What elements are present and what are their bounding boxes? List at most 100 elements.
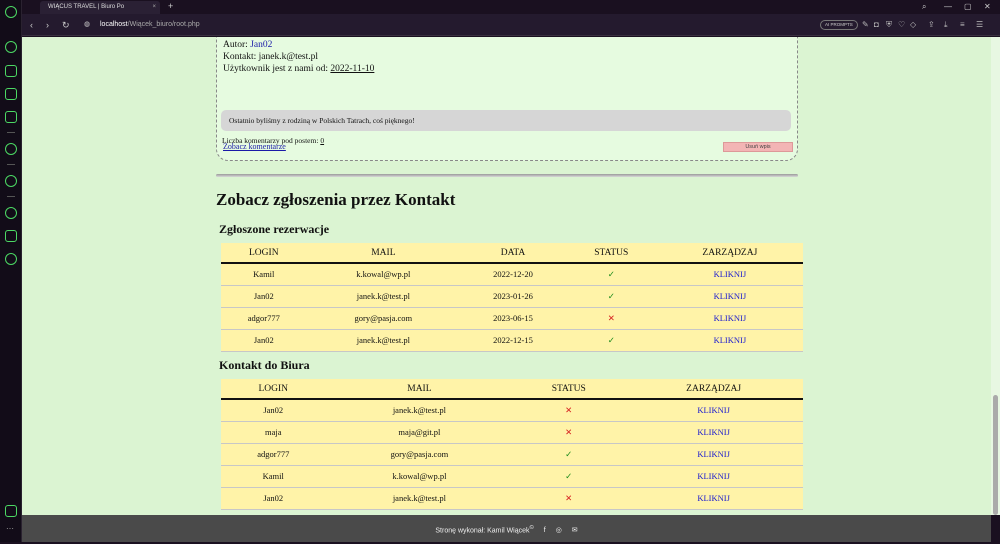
- mail-cell: maja@git.pl: [325, 421, 514, 444]
- settings-icon[interactable]: [5, 253, 17, 265]
- comment-count: Liczba komentarzy pod postem: 0: [222, 136, 325, 145]
- login-cell: Jan02: [221, 285, 307, 308]
- table-row: maja maja@git.pl ✕ KLIKNIJ: [221, 421, 803, 444]
- scrollbar-thumb[interactable]: [993, 395, 998, 515]
- reservations-table: LOGIN MAIL DATA STATUS ZARZĄDZAJ Kamil k.kowa…: [221, 243, 803, 352]
- heart-icon[interactable]: ♡: [898, 18, 905, 32]
- mail-cell: k.kowal@wp.pl: [306, 263, 461, 286]
- kliknij-link[interactable]: KLIKNIJ: [624, 399, 803, 422]
- column-header: MAIL: [325, 379, 514, 400]
- date-cell: 2022-12-15: [460, 329, 566, 352]
- speed-dial-icon[interactable]: [5, 41, 17, 53]
- column-header: ZARZĄDZAJ: [624, 379, 803, 400]
- date-cell: 2023-06-15: [460, 307, 566, 330]
- aria-icon[interactable]: [5, 111, 17, 123]
- table-row: Jan02 janek.k@test.pl ✕ KLIKNIJ: [221, 399, 803, 422]
- column-header: LOGIN: [221, 243, 307, 264]
- menu-icon[interactable]: ≡: [960, 18, 965, 32]
- maximize-icon[interactable]: ▢: [964, 0, 972, 13]
- reload-icon[interactable]: ↻: [62, 17, 70, 33]
- sidebar-setup-icon[interactable]: [5, 505, 17, 517]
- footer: Stronę wykonał: Kamil Wiącek© f ◎ ✉: [22, 515, 991, 542]
- mail-cell: janek.k@test.pl: [306, 285, 461, 308]
- tab-bar: WIĄCUS TRAVEL | Biuro Po × + ⌕ — ▢ ✕: [22, 0, 1000, 14]
- table-row: adgor777 gory@pasja.com ✓ KLIKNIJ: [221, 443, 803, 466]
- login-cell: Jan02: [221, 399, 326, 422]
- shopping-icon[interactable]: [5, 65, 17, 77]
- kliknij-link[interactable]: KLIKNIJ: [656, 285, 803, 308]
- date-cell: 2023-01-26: [460, 285, 566, 308]
- post-member-since: Użytkownik jest z nami od: 2022-11-10: [223, 64, 375, 74]
- kliknij-link[interactable]: KLIKNIJ: [624, 421, 803, 444]
- contacts-table: LOGIN MAIL STATUS ZARZĄDZAJ Jan02 janek.k@te…: [221, 379, 803, 510]
- table-row: adgor777 gory@pasja.com 2023-06-15 ✕ KLIKNIJ: [221, 307, 803, 330]
- mail-cell: gory@pasja.com: [306, 307, 461, 330]
- table-row: Kamil k.kowal@wp.pl 2022-12-20 ✓ KLIKNIJ: [221, 263, 803, 286]
- camera-icon[interactable]: ◘: [874, 18, 879, 32]
- easy-setup-icon[interactable]: ☰: [976, 18, 983, 32]
- back-icon[interactable]: ‹: [30, 17, 33, 33]
- status-rejected-icon: ✕: [565, 307, 657, 330]
- column-header: LOGIN: [221, 379, 326, 400]
- more-icon[interactable]: ⋯: [6, 524, 14, 533]
- status-ok-icon: ✓: [513, 465, 625, 488]
- kliknij-link[interactable]: KLIKNIJ: [624, 465, 803, 488]
- download-icon[interactable]: ⤓: [944, 18, 948, 32]
- url-field[interactable]: localhost/Wiącek_biuro/root.php: [100, 17, 700, 33]
- table-row: Jan02 janek.k@test.pl 2022-12-15 ✓ KLIKNIJ: [221, 329, 803, 352]
- shield-icon[interactable]: ⛨: [886, 18, 892, 32]
- close-window-icon[interactable]: ✕: [984, 0, 991, 13]
- minimize-icon[interactable]: —: [944, 0, 952, 13]
- kliknij-link[interactable]: KLIKNIJ: [656, 263, 803, 286]
- status-rejected-icon: ✕: [513, 487, 625, 510]
- login-cell: adgor777: [221, 307, 307, 330]
- kliknij-link[interactable]: KLIKNIJ: [624, 487, 803, 510]
- mail-cell: janek.k@test.pl: [325, 399, 514, 422]
- url-path: /Wiącek_biuro/root.php: [127, 21, 200, 28]
- scrollbar[interactable]: [991, 37, 1000, 515]
- login-cell: maja: [221, 421, 326, 444]
- delete-post-button[interactable]: Usuń wpis: [723, 142, 793, 152]
- author-link[interactable]: Jan02: [250, 40, 272, 50]
- login-cell: Jan02: [221, 487, 326, 510]
- edit-icon[interactable]: ✎: [862, 18, 869, 32]
- new-tab-icon[interactable]: +: [168, 0, 173, 13]
- post-author: Autor: Jan02: [223, 40, 273, 50]
- search-tabs-icon[interactable]: ⌕: [922, 0, 926, 13]
- twitch-icon[interactable]: [5, 88, 17, 100]
- kliknij-link[interactable]: KLIKNIJ: [656, 329, 803, 352]
- browser-sidebar: ⋯: [0, 0, 22, 542]
- site-info-icon[interactable]: ◍: [84, 17, 90, 33]
- close-tab-icon[interactable]: ×: [152, 1, 156, 14]
- column-header: DATA: [460, 243, 566, 264]
- post-body: Ostatnio byliśmy z rodziną w Polskich Ta…: [221, 110, 791, 131]
- login-cell: Kamil: [221, 465, 326, 488]
- column-header: STATUS: [565, 243, 657, 264]
- kliknij-link[interactable]: KLIKNIJ: [624, 443, 803, 466]
- mail-cell: gory@pasja.com: [325, 443, 514, 466]
- forward-icon[interactable]: ›: [46, 17, 49, 33]
- kliknij-link[interactable]: KLIKNIJ: [656, 307, 803, 330]
- active-tab[interactable]: WIĄCUS TRAVEL | Biuro Po ×: [40, 1, 160, 14]
- login-cell: Kamil: [221, 263, 307, 286]
- status-rejected-icon: ✕: [513, 399, 625, 422]
- facebook-icon[interactable]: f: [544, 527, 546, 534]
- opera-logo-icon[interactable]: [5, 6, 17, 18]
- contacts-title: Kontakt do Biura: [219, 358, 310, 372]
- section-divider: [216, 174, 798, 177]
- extensions-icon[interactable]: ◇: [910, 18, 916, 32]
- status-rejected-icon: ✕: [513, 421, 625, 444]
- mail-icon[interactable]: ✉: [572, 527, 578, 534]
- address-bar: ‹ › ↻ ◍ localhost/Wiącek_biuro/root.php …: [22, 14, 1000, 36]
- history-icon[interactable]: [5, 207, 17, 219]
- player-icon[interactable]: [5, 175, 17, 187]
- column-header: ZARZĄDZAJ: [656, 243, 803, 264]
- tab-title: WIĄCUS TRAVEL | Biuro Po: [48, 4, 125, 10]
- box-icon[interactable]: [5, 230, 17, 242]
- ai-prompts-button[interactable]: AI PROMPTS: [820, 20, 858, 30]
- instagram-icon[interactable]: ◎: [556, 527, 562, 534]
- login-cell: adgor777: [221, 443, 326, 466]
- status-ok-icon: ✓: [565, 329, 657, 352]
- share-icon[interactable]: ⇪: [928, 18, 935, 32]
- chatgpt-icon[interactable]: [5, 143, 17, 155]
